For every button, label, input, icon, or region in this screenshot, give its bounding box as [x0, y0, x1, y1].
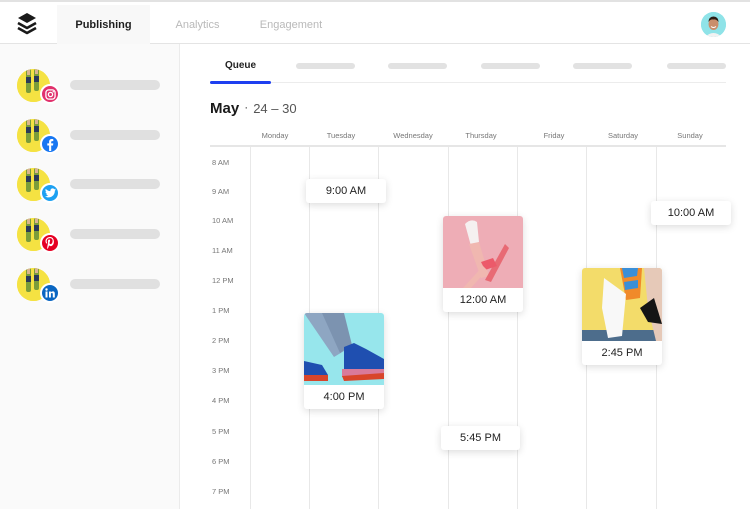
day-header-thursday: Thursday [465, 131, 497, 140]
week-date-heading: May · 24 – 30 [210, 100, 297, 117]
scheduled-post[interactable]: 5:45 PM [441, 426, 520, 450]
column-divider [517, 147, 518, 509]
account-twitter[interactable] [17, 168, 177, 208]
post-time: 2:45 PM [601, 347, 643, 359]
hour-label: 9 AM [212, 187, 230, 196]
facebook-icon [40, 134, 60, 154]
scheduled-post[interactable]: 2:45 PM [582, 268, 662, 365]
post-thumbnail-yellow-sneaker [582, 268, 662, 341]
day-header-monday: Monday [261, 131, 289, 140]
tab-queue[interactable]: Queue [210, 56, 271, 84]
account-name-placeholder [70, 279, 160, 289]
hour-label: 11 AM [212, 246, 233, 255]
scheduled-post[interactable]: 9:00 AM [306, 179, 386, 203]
day-header-saturday: Saturday [607, 131, 639, 140]
tab-placeholder[interactable] [573, 63, 632, 69]
day-header-tuesday: Tuesday [326, 131, 356, 140]
post-thumbnail-pink-legs [443, 216, 523, 288]
post-time: 5:45 PM [460, 432, 501, 444]
account-instagram[interactable] [17, 69, 177, 109]
day-header-wednesday: Wednesday [393, 131, 433, 140]
user-avatar[interactable] [701, 12, 726, 37]
buffer-logo-icon[interactable] [16, 12, 38, 36]
account-pinterest[interactable] [17, 218, 177, 258]
tab-analytics[interactable]: Analytics [160, 5, 235, 45]
tab-placeholder[interactable] [667, 63, 726, 69]
scheduled-post[interactable]: 12:00 AM [443, 216, 523, 312]
queue-tabs: Queue [210, 56, 726, 84]
post-thumbnail-blue-sneakers [304, 313, 384, 385]
accounts-sidebar [0, 44, 180, 509]
hour-label: 4 PM [212, 396, 230, 405]
hour-label: 1 PM [212, 306, 230, 315]
hour-label: 12 PM [212, 276, 234, 285]
twitter-icon [40, 183, 60, 203]
instagram-icon [40, 84, 60, 104]
column-divider [448, 147, 449, 509]
date-range: 24 – 30 [253, 101, 297, 116]
day-header-friday: Friday [543, 131, 565, 140]
hour-label: 8 AM [212, 158, 230, 167]
post-time: 9:00 AM [325, 185, 367, 197]
date-separator: · [244, 100, 249, 114]
column-divider [250, 147, 251, 509]
post-time: 12:00 AM [459, 294, 507, 306]
calendar-header-divider [210, 145, 726, 147]
account-linkedin[interactable] [17, 268, 177, 308]
month-label: May [210, 100, 240, 117]
hour-label: 5 PM [212, 427, 230, 436]
post-time: 10:00 AM [667, 207, 715, 219]
pinterest-icon [40, 233, 60, 253]
scheduled-post[interactable]: 10:00 AM [651, 201, 731, 225]
account-name-placeholder [70, 179, 160, 189]
top-navigation-bar: Publishing Analytics Engagement [0, 0, 750, 45]
account-name-placeholder [70, 80, 160, 90]
account-name-placeholder [70, 130, 160, 140]
scheduled-post[interactable]: 4:00 PM [304, 313, 384, 409]
active-tab-indicator [210, 81, 271, 84]
hour-label: 2 PM [212, 336, 230, 345]
day-header-sunday: Sunday [677, 131, 703, 140]
tab-engagement[interactable]: Engagement [250, 5, 332, 45]
tab-placeholder[interactable] [481, 63, 540, 69]
hour-label: 6 PM [212, 457, 230, 466]
post-time: 4:00 PM [323, 391, 365, 403]
linkedin-icon [40, 283, 60, 303]
tab-placeholder[interactable] [296, 63, 355, 69]
hour-label: 7 PM [212, 487, 230, 496]
tab-queue-label: Queue [224, 60, 257, 71]
hour-label: 3 PM [212, 366, 230, 375]
tab-placeholder[interactable] [388, 63, 447, 69]
account-facebook[interactable] [17, 119, 177, 159]
tab-publishing[interactable]: Publishing [57, 5, 150, 45]
hour-label: 10 AM [212, 216, 234, 225]
account-name-placeholder [70, 229, 160, 239]
